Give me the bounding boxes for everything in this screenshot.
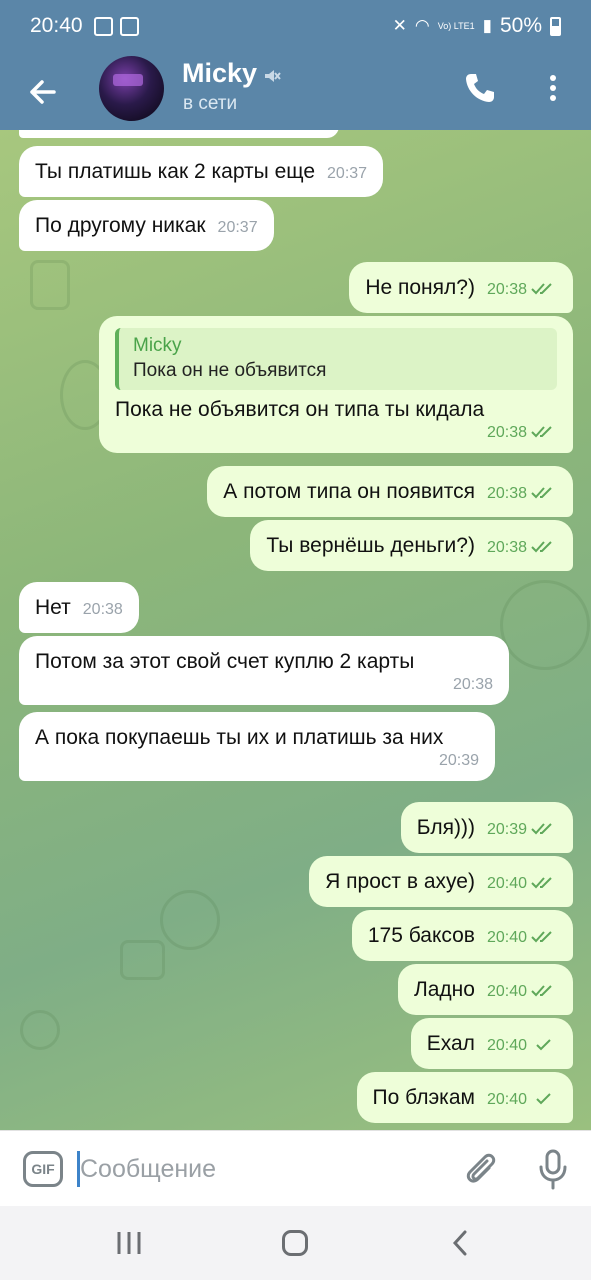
message-incoming[interactable]: Потом за этот свой счет куплю 2 карты 20…	[19, 636, 509, 705]
wifi-icon: ◠	[414, 16, 430, 35]
message-text: Не понял?)	[365, 276, 475, 299]
message-outgoing[interactable]: Бля))) 20:39	[400, 802, 573, 853]
paperclip-icon[interactable]	[461, 1149, 499, 1189]
message-time: 20:38	[452, 676, 493, 693]
message-text: Потом за этот свой счет куплю 2 карты	[35, 650, 415, 673]
message-incoming[interactable]: По другому никак 20:37	[19, 200, 274, 251]
double-check-icon	[531, 985, 552, 997]
reply-author: Micky	[133, 335, 182, 356]
message-time: 20:38	[82, 601, 123, 618]
double-check-icon	[531, 931, 552, 943]
message-time: 20:38	[486, 485, 527, 502]
double-check-icon	[531, 487, 552, 499]
message-text: 175 баксов	[367, 924, 475, 947]
chat-area[interactable]: Ты платишь как 2 карты еще 20:37 По друго…	[0, 130, 591, 1130]
message-outgoing-reply[interactable]: Micky Пока он не объявится Пока не объяв…	[99, 316, 573, 453]
signal-icon: ▮	[482, 16, 492, 35]
mute-status-icon: ✕	[392, 16, 407, 35]
message-incoming[interactable]: А пока покупаешь ты их и платишь за них …	[19, 712, 495, 781]
message-text: А пока покупаешь ты их и платишь за них	[35, 726, 444, 749]
home-icon[interactable]	[282, 1230, 308, 1256]
message-time: 20:39	[438, 752, 479, 769]
message-composer: GIF	[0, 1130, 591, 1206]
message-text: Ты платишь как 2 карты еще	[35, 160, 316, 183]
system-nav-bar	[0, 1206, 591, 1280]
double-check-icon	[531, 283, 552, 295]
message-text: Бля)))	[416, 816, 475, 839]
wallpaper-doodle	[500, 580, 590, 670]
double-check-icon	[531, 541, 552, 553]
contact-status: в сети	[183, 93, 238, 114]
message-time: 20:40	[486, 983, 527, 1000]
double-check-icon	[531, 426, 552, 438]
message-text: Ты вернёшь деньги?)	[266, 534, 475, 557]
status-bar: 20:40 ✕ ◠ Vo) LTE1 ▮ 50%	[0, 0, 591, 56]
chat-header: Micky в сети	[0, 56, 591, 130]
message-time: 20:38	[486, 539, 527, 556]
message-incoming[interactable]: Ты платишь как 2 карты еще 20:37	[19, 146, 384, 197]
message-time: 20:38	[486, 424, 527, 441]
message-outgoing[interactable]: Ехал 20:40	[410, 1018, 573, 1069]
double-check-icon	[531, 823, 552, 835]
message-outgoing[interactable]: Ладно 20:40	[397, 964, 573, 1015]
message-text: Я прост в ахуе)	[325, 870, 475, 893]
message-text: По другому никак	[35, 214, 206, 237]
avatar[interactable]	[99, 56, 164, 121]
message-time: 20:39	[486, 821, 527, 838]
message-time: 20:40	[486, 1037, 527, 1054]
message-text: Пока не объявится он типа ты кидала	[115, 398, 485, 421]
message-time: 20:37	[327, 165, 368, 182]
status-time: 20:40	[30, 14, 83, 37]
message-outgoing[interactable]: 175 баксов 20:40	[351, 910, 573, 961]
single-check-icon	[536, 1039, 551, 1051]
message-outgoing[interactable]: А потом типа он появится 20:38	[207, 466, 573, 517]
wallpaper-doodle	[30, 260, 70, 310]
battery-icon	[550, 16, 561, 36]
phone-icon[interactable]	[462, 70, 498, 106]
message-time: 20:40	[486, 1091, 527, 1108]
message-time: 20:37	[217, 219, 258, 236]
check-notification-icon	[120, 17, 139, 36]
nav-back-icon[interactable]	[450, 1230, 470, 1256]
message-incoming-partial	[19, 130, 339, 138]
message-outgoing[interactable]: Не понял?) 20:38	[349, 262, 573, 313]
message-text: А потом типа он появится	[223, 480, 475, 503]
recent-apps-icon[interactable]	[116, 1231, 142, 1255]
message-text: По блэкам	[372, 1086, 475, 1109]
message-incoming[interactable]: Нет 20:38	[19, 582, 139, 633]
single-check-icon	[536, 1093, 551, 1105]
message-text: Ехал	[426, 1032, 475, 1055]
gallery-notification-icon	[94, 17, 113, 36]
wallpaper-doodle	[120, 940, 165, 980]
message-outgoing[interactable]: Я прост в ахуе) 20:40	[309, 856, 573, 907]
back-arrow-icon[interactable]	[24, 72, 64, 112]
volte-icon: Vo) LTE1	[437, 21, 475, 31]
wallpaper-doodle	[20, 1010, 60, 1050]
double-check-icon	[531, 877, 552, 889]
message-text: Нет	[35, 596, 71, 619]
gif-button[interactable]: GIF	[23, 1151, 63, 1187]
message-text: Ладно	[413, 978, 475, 1001]
message-outgoing[interactable]: По блэкам 20:40	[356, 1072, 573, 1123]
wallpaper-doodle	[160, 890, 220, 950]
battery-percent: 50%	[499, 14, 542, 37]
message-time: 20:40	[486, 929, 527, 946]
message-time: 20:40	[486, 875, 527, 892]
more-vertical-icon[interactable]	[540, 70, 566, 106]
microphone-icon[interactable]	[537, 1149, 569, 1191]
contact-name[interactable]: Micky	[182, 58, 257, 89]
muted-icon	[265, 70, 281, 82]
message-outgoing[interactable]: Ты вернёшь деньги?) 20:38	[250, 520, 573, 571]
message-input[interactable]	[80, 1149, 440, 1189]
reply-quote[interactable]: Micky Пока он не объявится	[115, 328, 557, 390]
message-time: 20:38	[486, 281, 527, 298]
reply-text: Пока он не объявится	[133, 360, 327, 381]
